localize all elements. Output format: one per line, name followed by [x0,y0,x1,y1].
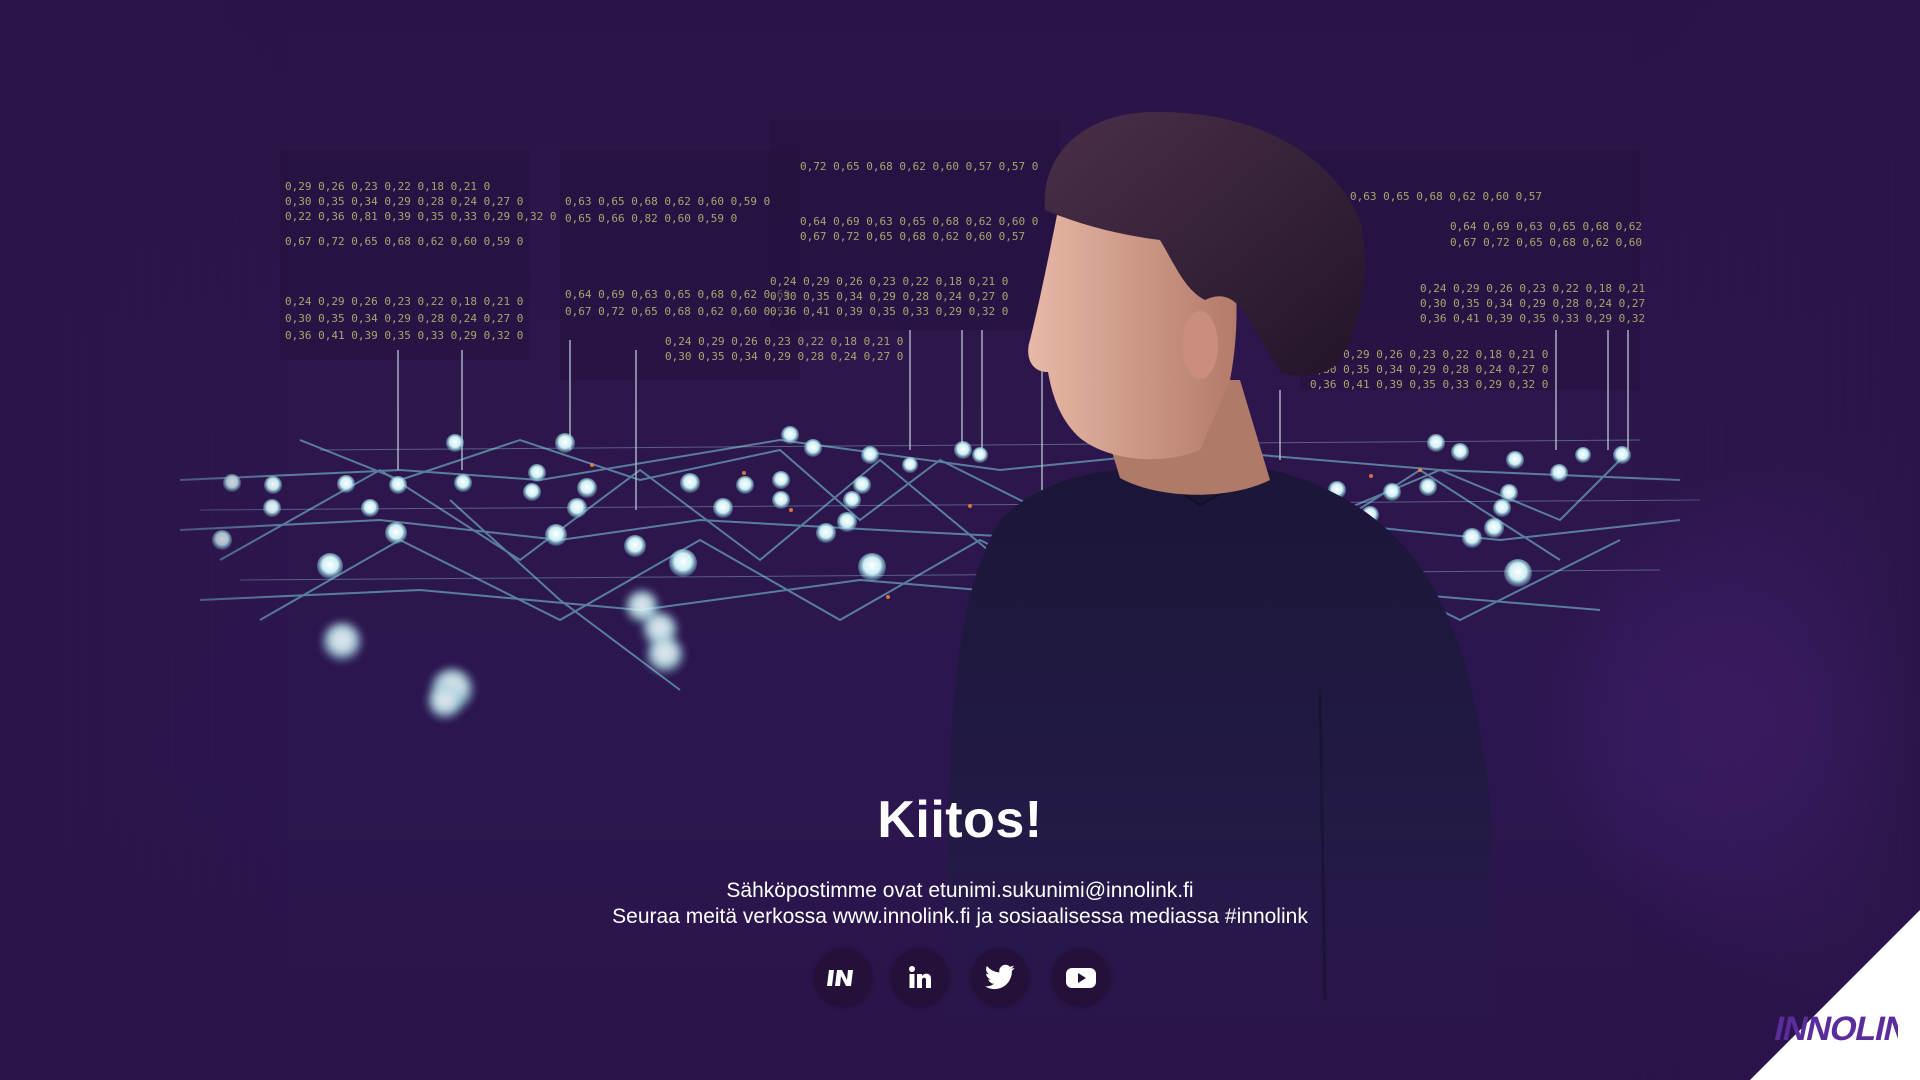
innolink-social-button[interactable] [815,950,871,1006]
email-info-text: Sähköpostimme ovat etunimi.sukunimi@inno… [726,879,1194,902]
youtube-social-button[interactable] [1053,950,1109,1006]
linkedin-icon [909,966,931,988]
social-links [0,950,1920,1010]
innolink-logo-mark: INNOLINK [1771,1010,1920,1048]
innolink-logo[interactable]: INNOLINK [1768,996,1920,1056]
svg-text:INNOLINK: INNOLINK [1771,1010,1898,1048]
linkedin-social-button[interactable] [892,950,948,1006]
youtube-icon [1066,968,1096,988]
slide-background: 0,29 0,26 0,23 0,22 0,18 0,21 0 0,30 0,3… [0,0,1920,1080]
twitter-social-button[interactable] [972,950,1028,1006]
innolink-icon [827,970,853,986]
page-title: Kiitos! [877,791,1043,849]
twitter-icon [984,964,1015,990]
follow-info-text: Seuraa meitä verkossa www.innolink.fi ja… [612,905,1308,928]
